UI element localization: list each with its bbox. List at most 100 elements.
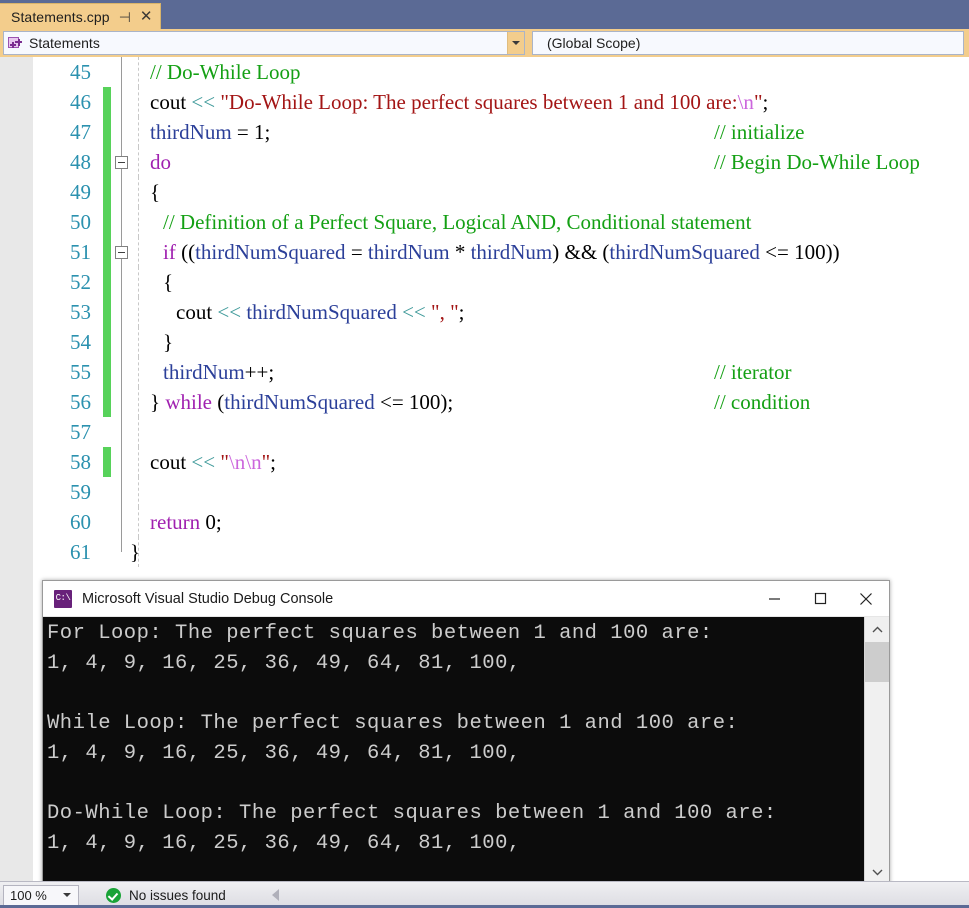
indent-guide (138, 57, 139, 87)
scope-combo-value: (Global Scope) (547, 35, 641, 51)
code-line[interactable]: 45 // Do-While Loop (0, 57, 969, 87)
scope-combo-global[interactable]: (Global Scope) (532, 31, 964, 55)
scope-combo-project[interactable]: Statements (3, 31, 525, 55)
trailing-comment: // condition (714, 390, 811, 414)
code-line[interactable]: 54} (0, 327, 969, 357)
indent-guide (138, 117, 139, 147)
maximize-icon[interactable] (797, 581, 843, 616)
code-token: " (261, 450, 271, 474)
code-line[interactable]: 51 if ((thirdNumSquared = thirdNum * thir… (0, 237, 969, 267)
code-line[interactable]: 56} while (thirdNumSquared <= 100);// co… (0, 387, 969, 417)
chevron-up-icon[interactable] (865, 617, 889, 642)
console-output-text: For Loop: The perfect squares between 1 … (47, 622, 777, 855)
debug-console-window[interactable]: C:\ Microsoft Visual Studio Debug Consol… (42, 580, 890, 885)
code-token: \n (737, 90, 754, 114)
document-tab-strip: Statements.cpp ⊣ ✕ (0, 0, 969, 29)
code-line[interactable]: 48 do // Begin Do-While Loop (0, 147, 969, 177)
console-title-bar[interactable]: C:\ Microsoft Visual Studio Debug Consol… (43, 581, 889, 617)
outlining-line (121, 327, 122, 357)
cpp-project-icon (8, 35, 24, 51)
code-token: thirdNumSquared (195, 240, 346, 264)
code-text: // Do-While Loop (150, 57, 300, 87)
code-line[interactable]: 53 cout << thirdNumSquared << ", "; (0, 297, 969, 327)
trailing-comment: // initialize (714, 120, 805, 144)
line-number: 59 (70, 480, 91, 504)
line-number: 47 (70, 120, 91, 144)
code-line[interactable]: 61} (0, 537, 969, 567)
line-number: 52 (70, 270, 91, 294)
indent-guide (138, 327, 139, 357)
line-number: 45 (70, 60, 91, 84)
issues-status[interactable]: No issues found (106, 887, 226, 903)
scrollbar-thumb[interactable] (865, 642, 889, 682)
code-text: } (163, 327, 173, 357)
code-token: // Do-While Loop (150, 60, 301, 84)
line-number: 55 (70, 360, 91, 384)
code-token: " (753, 90, 763, 114)
close-icon[interactable] (843, 581, 889, 616)
code-token: if (163, 240, 176, 264)
line-number: 49 (70, 180, 91, 204)
close-icon[interactable]: ✕ (140, 9, 153, 24)
code-text: thirdNum++; (163, 357, 274, 387)
code-token: { (163, 270, 174, 294)
console-scrollbar[interactable] (864, 617, 889, 884)
pin-icon[interactable]: ⊣ (119, 10, 131, 24)
code-text: { (163, 267, 173, 297)
code-line[interactable]: 52 { (0, 267, 969, 297)
code-token: cout (150, 450, 192, 474)
code-token: << (191, 90, 216, 114)
line-number: 58 (70, 450, 91, 474)
code-token: * (449, 240, 471, 264)
code-line[interactable]: 57 (0, 417, 969, 447)
triangle-left-icon[interactable] (271, 889, 279, 901)
minimize-icon[interactable] (751, 581, 797, 616)
outlining-line (121, 57, 122, 87)
chevron-down-icon[interactable] (507, 32, 524, 54)
outlining-line (121, 87, 122, 117)
change-indicator-bar (103, 87, 111, 117)
indent-guide (138, 357, 139, 387)
code-text: thirdNum = 1; (150, 117, 270, 147)
code-token: " (220, 450, 229, 474)
outlining-line (121, 387, 122, 417)
collapse-toggle-icon[interactable] (115, 156, 128, 169)
indent-guide (138, 447, 139, 477)
outlining-line (121, 447, 122, 477)
code-text: cout << thirdNumSquared << ", "; (176, 297, 465, 327)
line-number: 61 (70, 540, 91, 564)
console-output-area[interactable]: For Loop: The perfect squares between 1 … (43, 617, 889, 884)
outlining-line (121, 357, 122, 387)
code-token: } (163, 330, 174, 354)
code-token: "Do-While Loop: The perfect squares betw… (220, 90, 738, 114)
code-token: thirdNum (470, 240, 553, 264)
collapse-toggle-icon[interactable] (115, 246, 128, 259)
code-token: << (191, 450, 216, 474)
indent-guide (138, 417, 139, 447)
code-token: ++; (244, 360, 275, 384)
tab-statements-cpp[interactable]: Statements.cpp ⊣ ✕ (0, 3, 162, 29)
zoom-level-combo[interactable]: 100 % (3, 884, 79, 906)
code-line[interactable]: 58 cout << "\n\n"; (0, 447, 969, 477)
outlining-line (121, 537, 122, 552)
line-number: 53 (70, 300, 91, 324)
code-token: \n\n (228, 450, 262, 474)
code-line[interactable]: 49 { (0, 177, 969, 207)
outlining-line (121, 207, 122, 237)
code-line[interactable]: 46 cout << "Do-While Loop: The perfect sq… (0, 87, 969, 117)
code-token: <= 100)) (759, 240, 840, 264)
code-token: ", " (431, 300, 459, 324)
trailing-comment: // Begin Do-While Loop (714, 150, 920, 174)
code-line[interactable]: 50 // Definition of a Perfect Square, Log… (0, 207, 969, 237)
code-line[interactable]: 55 thirdNum++; // iterator (0, 357, 969, 387)
code-line[interactable]: 59 (0, 477, 969, 507)
code-line[interactable]: 47 thirdNum = 1; // initialize (0, 117, 969, 147)
change-indicator-bar (103, 207, 111, 237)
line-number: 56 (70, 390, 91, 414)
code-token: cout (176, 300, 218, 324)
console-title: Microsoft Visual Studio Debug Console (82, 590, 334, 607)
chevron-down-icon[interactable] (63, 893, 71, 897)
code-text: cout << "Do-While Loop: The perfect squa… (150, 87, 768, 117)
code-line[interactable]: 60 return 0; (0, 507, 969, 537)
outlining-line (121, 297, 122, 327)
